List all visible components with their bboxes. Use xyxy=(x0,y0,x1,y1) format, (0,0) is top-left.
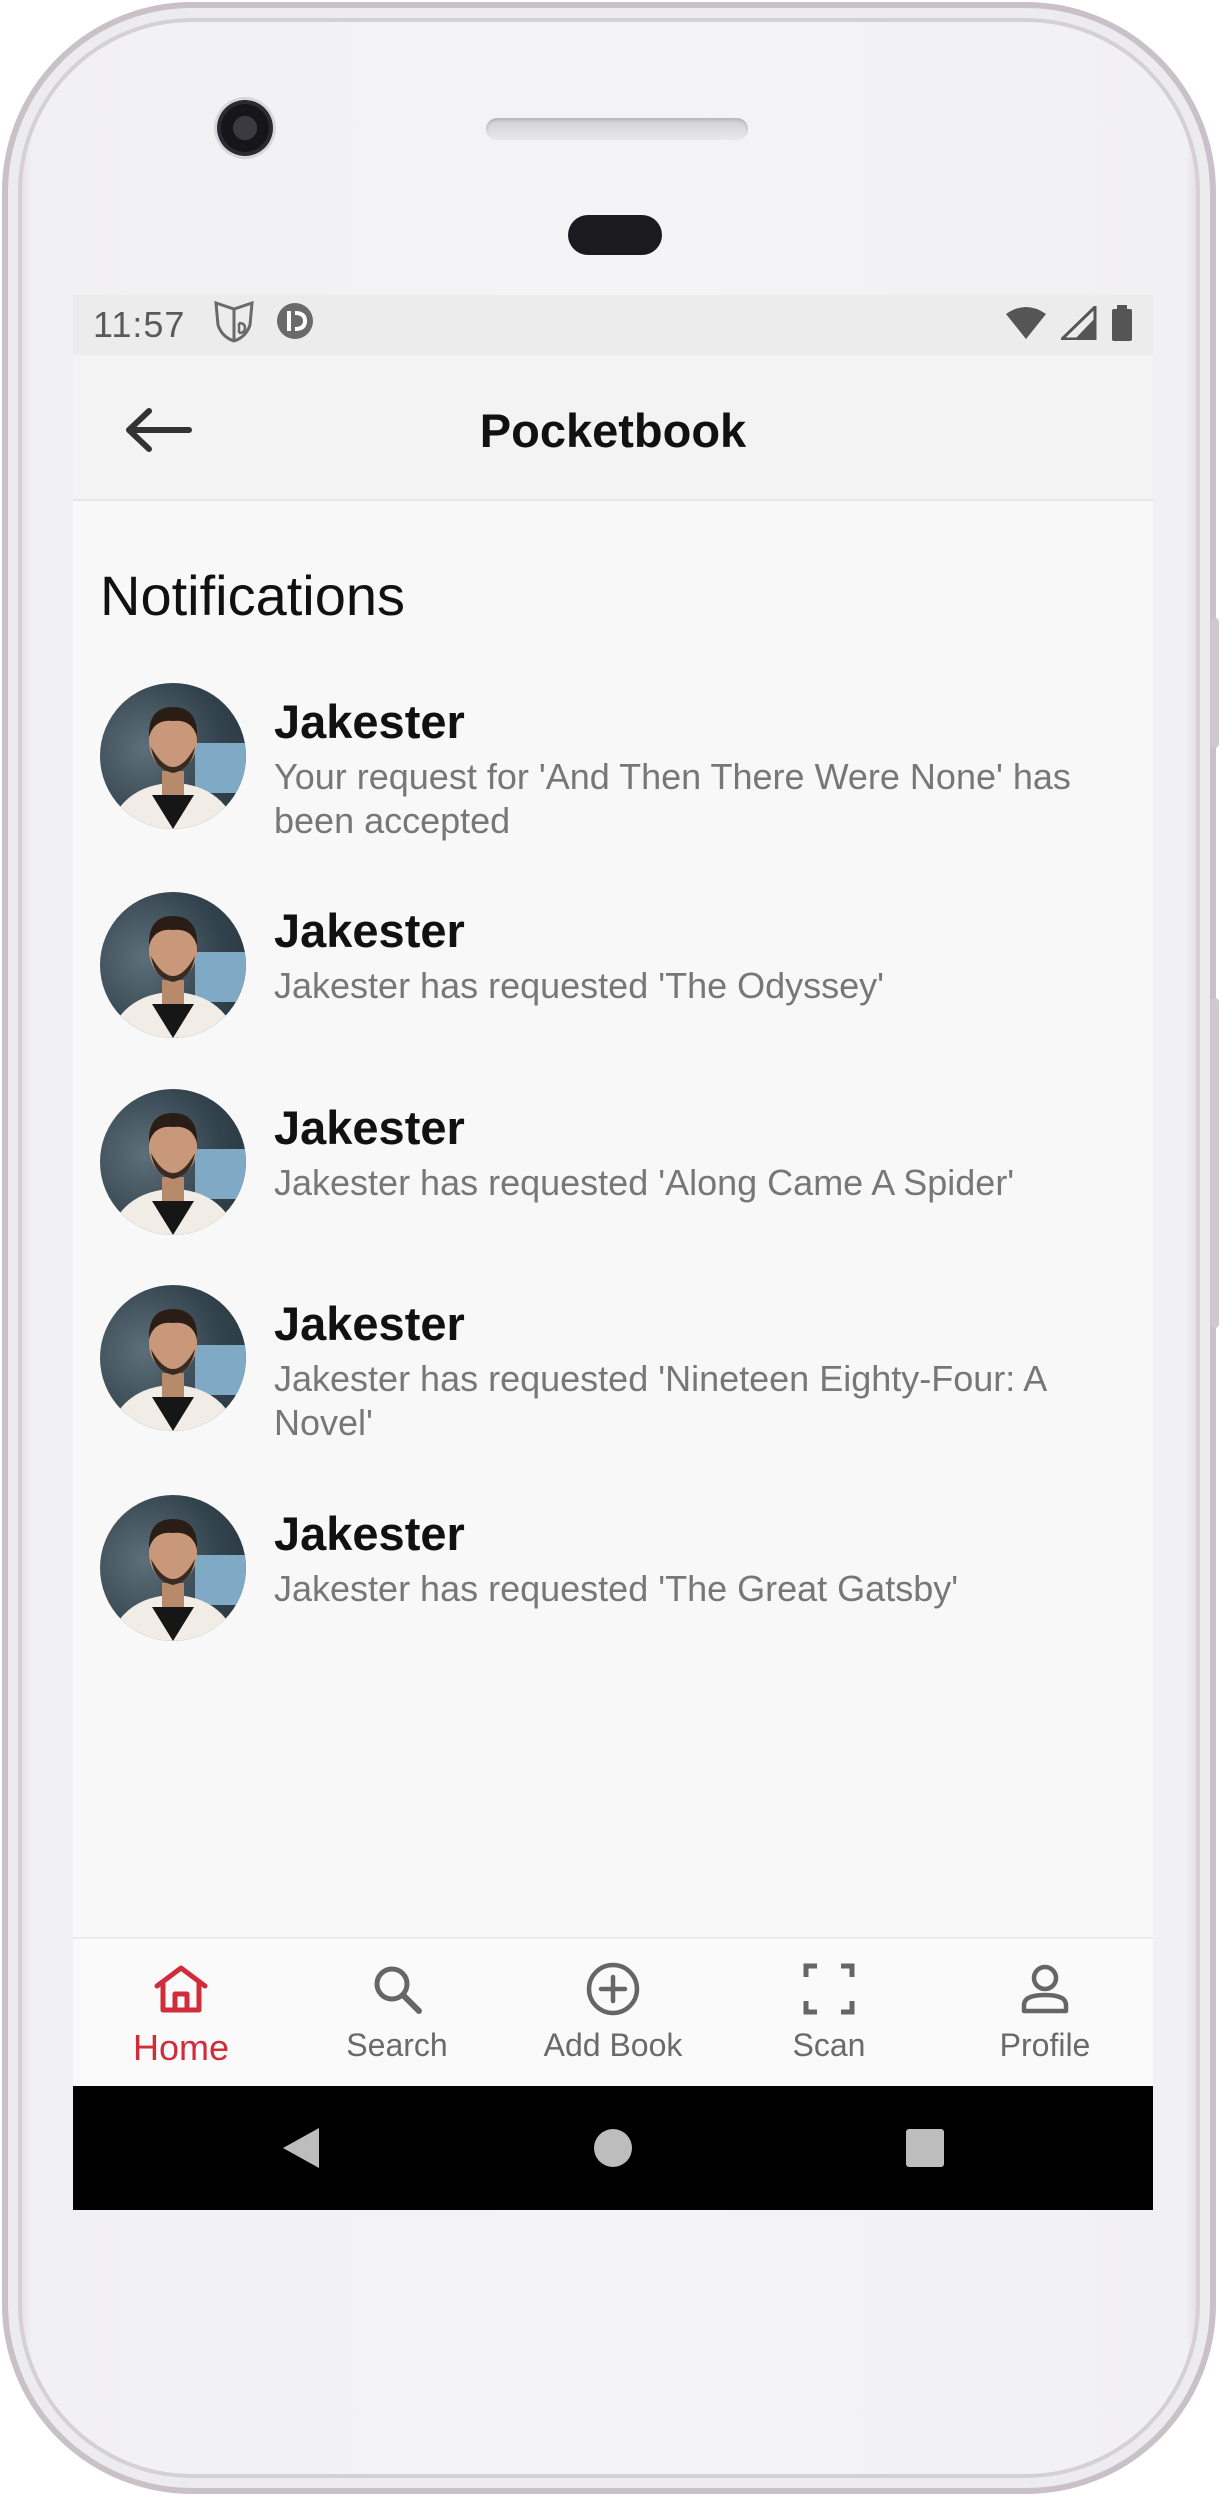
bottom-navigation: Home Search Add Book Scan Profile xyxy=(73,1937,1153,2086)
app-bar: Pocketbook xyxy=(73,355,1153,501)
notification-sender: Jakester xyxy=(274,1101,465,1154)
signal-icon xyxy=(1058,303,1097,349)
search-icon xyxy=(367,1959,427,2019)
phone-frame: 11:57 Pocketbook Notifications Jakester … xyxy=(2,2,1219,2494)
add-circle-icon xyxy=(583,1959,643,2019)
person-icon xyxy=(1015,1959,1075,2019)
notification-sender: Jakester xyxy=(274,695,465,748)
notification-sender: Jakester xyxy=(274,904,465,957)
system-home-button[interactable] xyxy=(593,2128,633,2173)
scan-icon xyxy=(799,1959,859,2019)
nav-item-home[interactable]: Home xyxy=(73,1939,289,2086)
avatar xyxy=(100,1495,246,1641)
wifi-icon xyxy=(1005,306,1047,349)
avatar xyxy=(100,1089,246,1235)
triangle-back-icon xyxy=(283,2128,319,2168)
square-recents-icon xyxy=(906,2129,944,2167)
notification-item[interactable]: Jakester Jakester has requested 'The Gre… xyxy=(100,1495,1130,1641)
status-bar: 11:57 xyxy=(73,295,1153,355)
nav-item-search[interactable]: Search xyxy=(289,1939,505,2086)
circle-home-icon xyxy=(594,2129,632,2167)
notification-item[interactable]: Jakester Jakester has requested 'Ninetee… xyxy=(100,1285,1130,1445)
nav-label-search: Search xyxy=(346,2027,448,2063)
notification-message: Jakester has requested 'Nineteen Eighty-… xyxy=(274,1358,1046,1443)
notification-message: Jakester has requested 'The Great Gatsby… xyxy=(274,1568,959,1609)
nav-label-profile: Profile xyxy=(999,2027,1091,2063)
nav-label-home: Home xyxy=(132,2027,230,2068)
notification-message: Jakester has requested 'Along Came A Spi… xyxy=(274,1162,1015,1203)
notification-sender: Jakester xyxy=(274,1507,465,1560)
shield-icon xyxy=(213,299,255,352)
power-button xyxy=(1211,618,1219,748)
page-title: Notifications xyxy=(100,564,406,627)
nav-item-add-book[interactable]: Add Book xyxy=(505,1939,721,2086)
system-back-button[interactable] xyxy=(281,2126,321,2175)
proximity-sensor xyxy=(568,215,662,255)
notification-message: Your request for 'And Then There Were No… xyxy=(274,756,1071,841)
system-navigation-bar xyxy=(73,2086,1153,2210)
notification-item[interactable]: Jakester Jakester has requested 'The Ody… xyxy=(100,892,1130,1038)
earpiece-speaker xyxy=(486,118,748,140)
avatar xyxy=(100,683,246,829)
battery-icon xyxy=(1111,305,1133,350)
system-recents-button[interactable] xyxy=(905,2128,945,2173)
avatar xyxy=(100,1285,246,1431)
avatar xyxy=(100,892,246,1038)
app-title: Pocketbook xyxy=(479,404,747,457)
volume-button xyxy=(1211,998,1219,1328)
home-icon xyxy=(151,1959,211,2019)
notification-item[interactable]: Jakester Jakester has requested 'Along C… xyxy=(100,1089,1130,1235)
notification-item[interactable]: Jakester Your request for 'And Then Ther… xyxy=(100,683,1130,843)
screen: 11:57 Pocketbook Notifications Jakester … xyxy=(73,295,1153,2210)
nav-label-scan: Scan xyxy=(792,2027,866,2063)
nav-item-scan[interactable]: Scan xyxy=(721,1939,937,2086)
sync-icon xyxy=(275,301,315,350)
notification-sender: Jakester xyxy=(274,1297,465,1350)
front-camera xyxy=(217,100,273,156)
status-time: 11:57 xyxy=(93,304,186,345)
notification-message: Jakester has requested 'The Odyssey' xyxy=(274,965,885,1006)
nav-item-profile[interactable]: Profile xyxy=(937,1939,1153,2086)
nav-label-add-book: Add Book xyxy=(543,2027,683,2063)
